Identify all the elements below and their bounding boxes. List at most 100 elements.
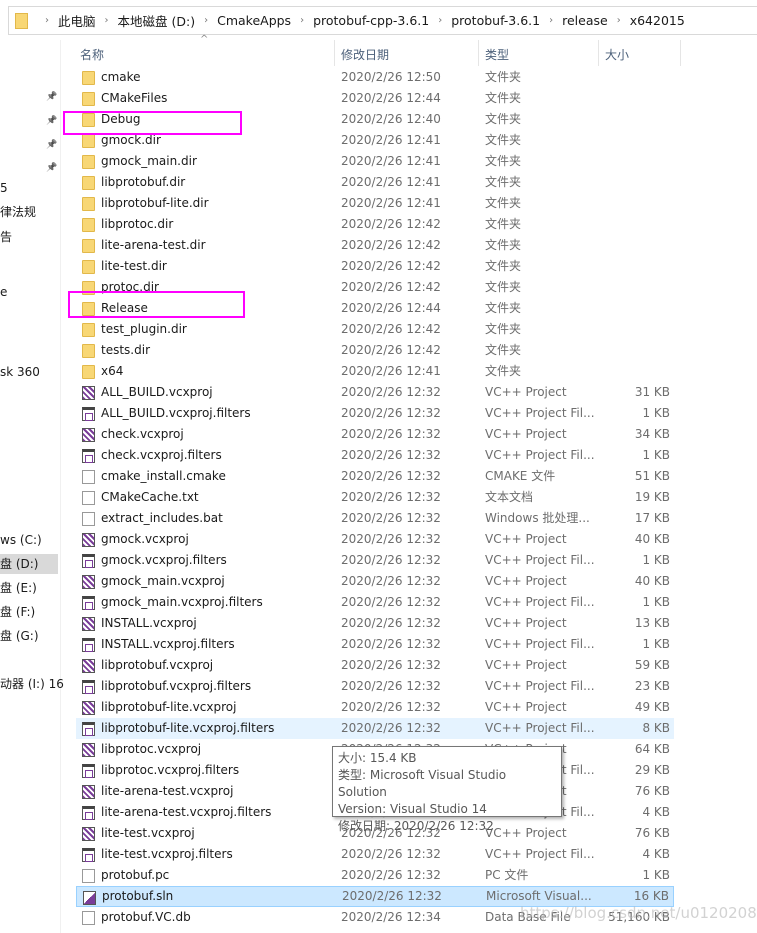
nav-item[interactable]: e bbox=[0, 282, 7, 302]
file-row[interactable]: libprotobuf-lite.dir 2020/2/26 12:41 文件夹 bbox=[76, 193, 674, 214]
file-name: gmock_main.vcxproj.filters bbox=[101, 595, 263, 609]
nav-item[interactable]: 盘 (G:) bbox=[0, 626, 39, 646]
file-size: 64 KB bbox=[634, 742, 670, 756]
breadcrumb-item[interactable]: x642015 bbox=[630, 13, 685, 28]
file-type: PC 文件 bbox=[485, 868, 529, 882]
nav-item[interactable]: ws (C:) bbox=[0, 530, 42, 550]
file-row[interactable]: libprotobuf-lite.vcxproj.filters 2020/2/2… bbox=[76, 718, 674, 739]
file-row[interactable]: INSTALL.vcxproj 2020/2/26 12:32 VC++ Proje… bbox=[76, 613, 674, 634]
file-type: VC++ Project Fil... bbox=[485, 595, 595, 609]
file-type: 文件夹 bbox=[485, 70, 522, 84]
nav-item[interactable]: 盘 (D:) bbox=[0, 554, 58, 574]
file-type: 文件夹 bbox=[485, 301, 522, 315]
file-row[interactable]: CMakeCache.txt 2020/2/26 12:32 文本文档 19 KB bbox=[76, 487, 674, 508]
filters-icon bbox=[82, 449, 95, 463]
nav-item[interactable]: 律法规 bbox=[0, 202, 36, 222]
file-row[interactable]: extract_includes.bat 2020/2/26 12:32 Windo… bbox=[76, 508, 674, 529]
file-row[interactable]: libprotobuf.vcxproj.filters 2020/2/26 12:… bbox=[76, 676, 674, 697]
watermark: https://blog.csdn.net/u012020854 bbox=[520, 904, 757, 922]
file-type: 文件夹 bbox=[485, 238, 522, 252]
file-type: 文件夹 bbox=[485, 280, 522, 294]
nav-item[interactable]: 动器 (I:) 16 bbox=[0, 674, 64, 694]
breadcrumb-item[interactable]: 本地磁盘 (D:) bbox=[118, 11, 196, 30]
file-row[interactable]: check.vcxproj 2020/2/26 12:32 VC++ Project… bbox=[76, 424, 674, 445]
file-date: 2020/2/26 12:32 bbox=[341, 532, 441, 546]
file-row[interactable]: libprotoc.dir 2020/2/26 12:42 文件夹 bbox=[76, 214, 674, 235]
file-row[interactable]: libprotobuf-lite.vcxproj 2020/2/26 12:32 V… bbox=[76, 697, 674, 718]
address-bar[interactable]: › 此电脑 › 本地磁盘 (D:) › CmakeApps › protobuf-cpp-3.… bbox=[8, 6, 757, 35]
file-name: protobuf.pc bbox=[101, 868, 170, 882]
file-size: 1 KB bbox=[642, 637, 670, 651]
file-row[interactable]: check.vcxproj.filters 2020/2/26 12:32 VC++… bbox=[76, 445, 674, 466]
chevron-right-icon: › bbox=[438, 15, 443, 26]
pin-icon[interactable]: 📌 bbox=[46, 92, 57, 102]
file-date: 2020/2/26 12:32 bbox=[341, 637, 441, 651]
column-name[interactable]: 名称 bbox=[80, 46, 104, 63]
file-row[interactable]: gmock_main.vcxproj 2020/2/26 12:32 VC++ Pr… bbox=[76, 571, 674, 592]
file-name: ALL_BUILD.vcxproj.filters bbox=[101, 406, 251, 420]
file-size: 1 KB bbox=[642, 553, 670, 567]
file-row[interactable]: lite-test.vcxproj.filters 2020/2/26 12:32… bbox=[76, 844, 674, 865]
file-name: libprotobuf.vcxproj.filters bbox=[101, 679, 252, 693]
file-row[interactable]: x64 2020/2/26 12:41 文件夹 bbox=[76, 361, 674, 382]
file-size: 34 KB bbox=[634, 427, 670, 441]
file-row[interactable]: CMakeFiles 2020/2/26 12:44 文件夹 bbox=[76, 88, 674, 109]
file-row[interactable]: INSTALL.vcxproj.filters 2020/2/26 12:32 VC… bbox=[76, 634, 674, 655]
filters-icon bbox=[82, 806, 95, 820]
file-row[interactable]: gmock.vcxproj 2020/2/26 12:32 VC++ Project… bbox=[76, 529, 674, 550]
pin-icon[interactable]: 📌 bbox=[46, 116, 57, 126]
column-date[interactable]: 修改日期 bbox=[341, 46, 389, 63]
file-row[interactable]: ALL_BUILD.vcxproj 2020/2/26 12:32 VC++ Pro… bbox=[76, 382, 674, 403]
nav-item[interactable]: 5 bbox=[0, 178, 8, 198]
file-row[interactable]: lite-arena-test.dir 2020/2/26 12:42 文件夹 bbox=[76, 235, 674, 256]
file-name: libprotobuf.dir bbox=[101, 175, 186, 189]
vcxproj-icon bbox=[82, 428, 95, 442]
file-row[interactable]: libprotobuf.dir 2020/2/26 12:41 文件夹 bbox=[76, 172, 674, 193]
file-row[interactable]: gmock_main.vcxproj.filters 2020/2/26 12:3… bbox=[76, 592, 674, 613]
file-name: tests.dir bbox=[101, 343, 150, 357]
file-row[interactable]: cmake 2020/2/26 12:50 文件夹 bbox=[76, 67, 674, 88]
breadcrumb-item[interactable]: protobuf-3.6.1 bbox=[451, 13, 540, 28]
highlight-box-debug bbox=[63, 111, 242, 135]
file-name: libprotobuf-lite.vcxproj bbox=[101, 700, 237, 714]
filters-icon bbox=[82, 680, 95, 694]
file-type: 文件夹 bbox=[485, 133, 522, 147]
nav-item[interactable]: 盘 (E:) bbox=[0, 578, 37, 598]
file-size: 40 KB bbox=[634, 574, 670, 588]
file-row[interactable]: tests.dir 2020/2/26 12:42 文件夹 bbox=[76, 340, 674, 361]
column-type[interactable]: 类型 bbox=[485, 46, 509, 63]
file-row[interactable]: libprotobuf.vcxproj 2020/2/26 12:32 VC++ P… bbox=[76, 655, 674, 676]
folder-icon bbox=[82, 218, 95, 232]
file-size: 17 KB bbox=[634, 511, 670, 525]
filters-icon bbox=[82, 848, 95, 862]
chevron-right-icon: › bbox=[300, 15, 305, 26]
pin-icon[interactable]: 📌 bbox=[46, 140, 57, 150]
breadcrumb-item[interactable]: CmakeApps bbox=[217, 13, 291, 28]
vcxproj-icon bbox=[82, 701, 95, 715]
tooltip-line: 大小: 15.4 KB bbox=[338, 751, 417, 765]
file-row[interactable]: protobuf.pc 2020/2/26 12:32 PC 文件 1 KB bbox=[76, 865, 674, 886]
file-date: 2020/2/26 12:32 bbox=[341, 574, 441, 588]
file-name: x64 bbox=[101, 364, 124, 378]
file-tooltip: 大小: 15.4 KB 类型: Microsoft Visual Studio S… bbox=[332, 746, 562, 833]
file-row[interactable]: gmock.vcxproj.filters 2020/2/26 12:32 VC++… bbox=[76, 550, 674, 571]
nav-item[interactable]: sk 360 bbox=[0, 362, 40, 382]
breadcrumb-item[interactable]: 此电脑 bbox=[58, 11, 96, 30]
file-name: protobuf.VC.db bbox=[101, 910, 191, 924]
file-row[interactable]: cmake_install.cmake 2020/2/26 12:32 CMAKE … bbox=[76, 466, 674, 487]
file-row[interactable]: test_plugin.dir 2020/2/26 12:42 文件夹 bbox=[76, 319, 674, 340]
file-icon bbox=[82, 470, 95, 484]
file-row[interactable]: gmock_main.dir 2020/2/26 12:41 文件夹 bbox=[76, 151, 674, 172]
file-date: 2020/2/26 12:32 bbox=[341, 721, 441, 735]
column-size[interactable]: 大小 bbox=[605, 46, 629, 63]
breadcrumb-item[interactable]: release bbox=[562, 13, 608, 28]
file-date: 2020/2/26 12:32 bbox=[341, 469, 441, 483]
pin-icon[interactable]: 📌 bbox=[46, 163, 57, 173]
nav-item[interactable]: 告 bbox=[0, 227, 12, 247]
nav-item[interactable]: 盘 (F:) bbox=[0, 602, 35, 622]
file-row[interactable]: lite-test.dir 2020/2/26 12:42 文件夹 bbox=[76, 256, 674, 277]
folder-icon bbox=[82, 71, 95, 85]
breadcrumb-item[interactable]: protobuf-cpp-3.6.1 bbox=[313, 13, 429, 28]
file-row[interactable]: ALL_BUILD.vcxproj.filters 2020/2/26 12:32… bbox=[76, 403, 674, 424]
file-date: 2020/2/26 12:40 bbox=[341, 112, 441, 126]
